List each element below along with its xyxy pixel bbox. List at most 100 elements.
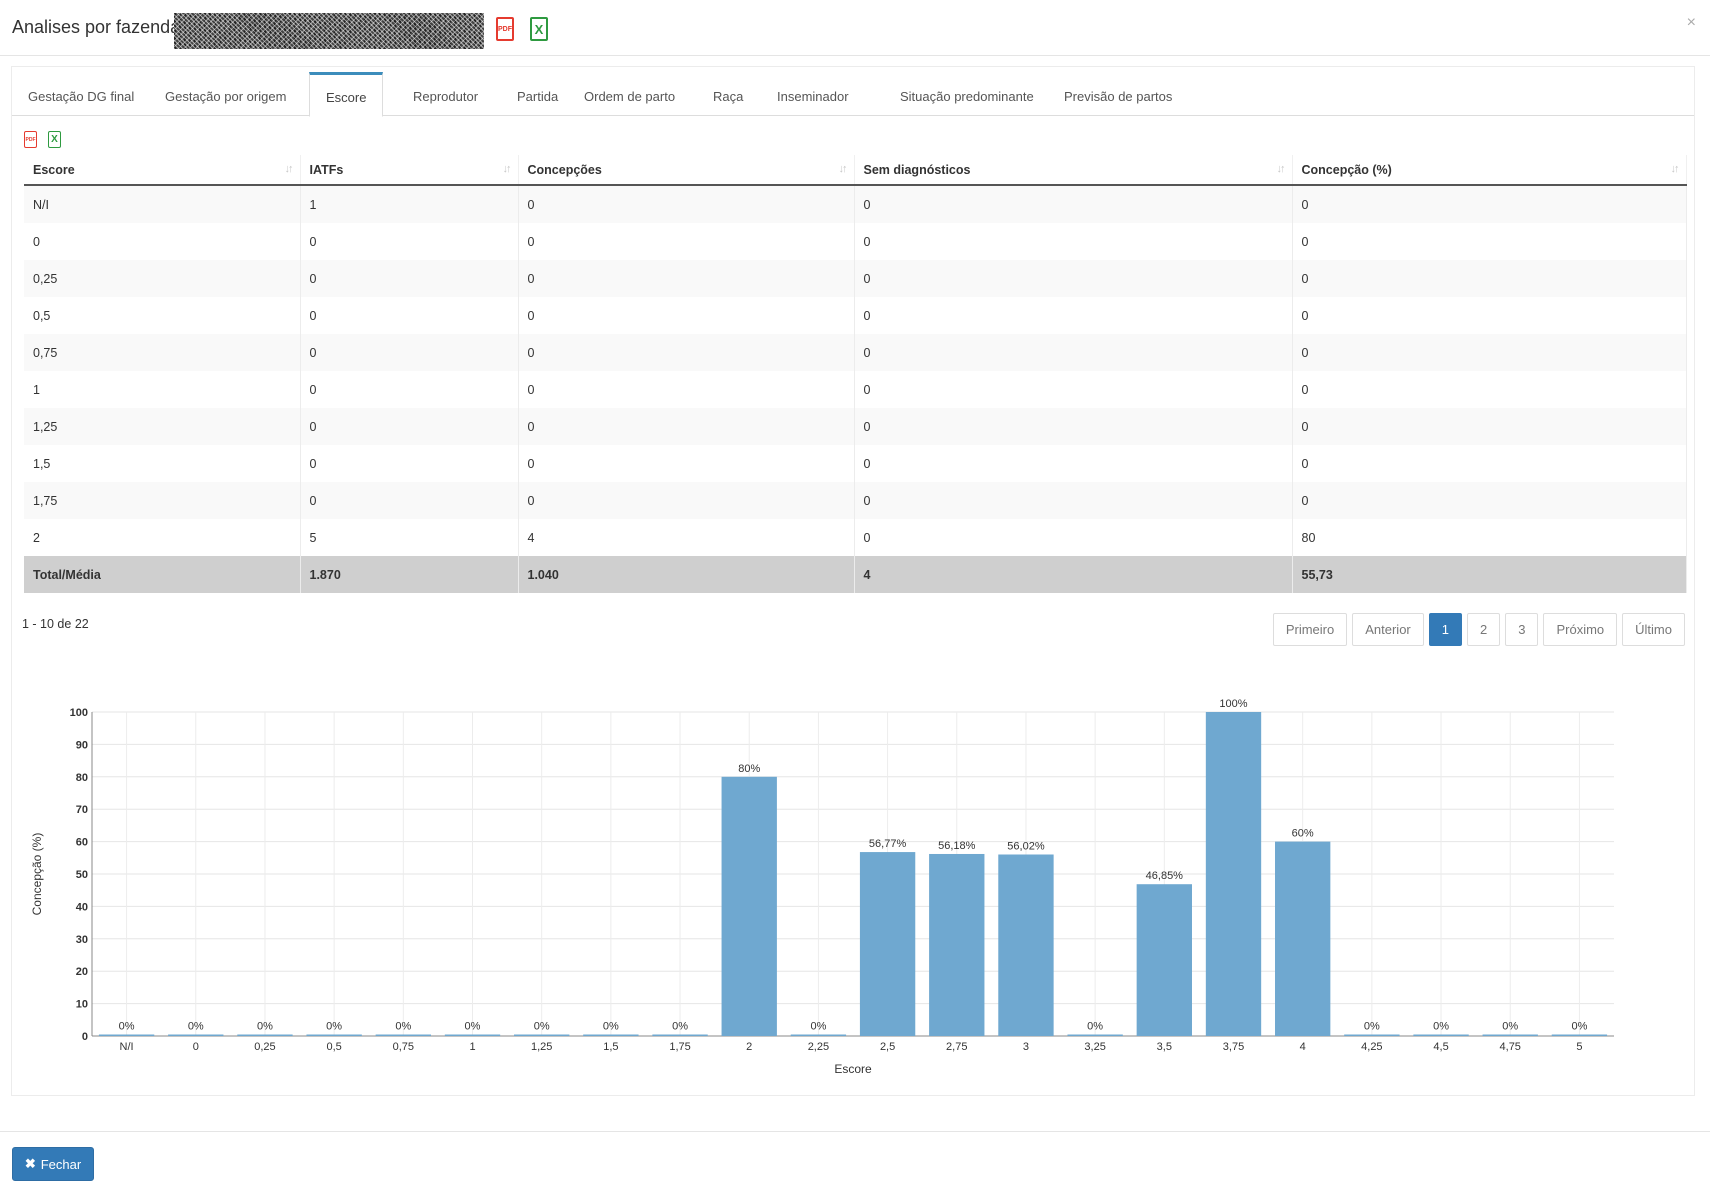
table-cell: 0 — [854, 482, 1293, 519]
bar-13 — [998, 854, 1054, 1036]
x-tick-label: 3 — [1023, 1041, 1029, 1053]
x-tick-label: 3,25 — [1084, 1041, 1105, 1053]
sort-icon[interactable]: ↓↑ — [839, 163, 848, 175]
bar-1 — [168, 1034, 224, 1036]
tab-situacao-predominante[interactable]: Situação predominante — [884, 72, 1050, 116]
page-1-button[interactable]: 1 — [1428, 613, 1462, 646]
table-cell: 0 — [300, 334, 519, 371]
table-cell: 0 — [1292, 260, 1687, 297]
table-row: 0,25 0 0 0 0 — [24, 260, 1687, 297]
table-cell: 0 — [518, 223, 855, 260]
table-cell: 0 — [854, 297, 1293, 334]
table-cell: 4 — [854, 556, 1293, 593]
tab-escore[interactable]: Escore — [309, 72, 384, 117]
bar-20 — [1482, 1034, 1538, 1036]
page-2-button[interactable]: 2 — [1467, 613, 1501, 646]
x-tick-label: 5 — [1576, 1041, 1582, 1053]
tab-gestacao-dg-final[interactable]: Gestação DG final — [12, 72, 150, 116]
data-label: 0% — [326, 1021, 342, 1033]
data-label: 56,18% — [938, 840, 976, 852]
table-cell: 0,25 — [24, 260, 301, 297]
data-label: 0% — [188, 1021, 204, 1033]
tab-gestacao-por-origem[interactable]: Gestação por origem — [149, 72, 302, 116]
close-button-label: Fechar — [40, 1156, 82, 1172]
x-tick-label: 0,5 — [326, 1041, 341, 1053]
page-first-button[interactable]: Primeiro — [1272, 613, 1348, 646]
table-cell: 5 — [300, 519, 519, 556]
table-cell: 0 — [518, 371, 855, 408]
excel-export-icon[interactable]: X — [530, 17, 548, 41]
tab-raca[interactable]: Raça — [697, 72, 759, 116]
tab-reprodutor[interactable]: Reprodutor — [397, 72, 494, 116]
table-cell: 0 — [854, 223, 1293, 260]
table-cell: 1,5 — [24, 445, 301, 482]
x-tick-label: 1,25 — [531, 1041, 552, 1053]
sort-icon[interactable]: ↓↑ — [503, 163, 512, 175]
x-tick-label: 4,5 — [1433, 1041, 1448, 1053]
table-cell: 0 — [1292, 371, 1687, 408]
column-header-label: IATFs — [309, 162, 344, 177]
data-label: 0% — [1364, 1021, 1380, 1033]
table-cell: 0 — [518, 408, 855, 445]
table-cell: 2 — [24, 519, 301, 556]
data-label: 0% — [257, 1021, 273, 1033]
table-header-row: Escore ↓↑ IATFs ↓↑ Concepções ↓↑ Sem diagnó… — [24, 155, 1687, 186]
table-cell: 0 — [300, 445, 519, 482]
y-tick-label: 30 — [76, 934, 88, 946]
bar-18 — [1344, 1034, 1400, 1036]
data-table-container: Escore ↓↑ IATFs ↓↑ Concepções ↓↑ Sem diagnó… — [24, 155, 1687, 593]
y-tick-label: 50 — [76, 869, 88, 881]
bar-11 — [859, 852, 916, 1036]
table-row: N/I 1 0 0 0 — [24, 185, 1687, 223]
bar-8 — [652, 1034, 708, 1036]
x-tick-label: 4,25 — [1361, 1041, 1382, 1053]
table-cell: 0 — [854, 408, 1293, 445]
tab-inseminador[interactable]: Inseminador — [761, 72, 865, 116]
bar-0 — [98, 1034, 155, 1036]
data-label: 0% — [1571, 1021, 1587, 1033]
data-label: 100% — [1219, 698, 1247, 710]
column-header-escore[interactable]: Escore ↓↑ — [24, 155, 301, 186]
x-tick-label: 2 — [746, 1041, 752, 1053]
bar-4 — [375, 1034, 431, 1036]
bar-12 — [929, 853, 985, 1036]
bar-7 — [583, 1034, 639, 1036]
sort-icon[interactable]: ↓↑ — [285, 163, 294, 175]
column-header-label: Sem diagnósticos — [863, 162, 971, 177]
y-tick-label: 80 — [76, 772, 88, 784]
y-tick-label: 90 — [76, 739, 88, 751]
tab-ordem-de-parto[interactable]: Ordem de parto — [568, 72, 691, 116]
data-label: 0% — [395, 1021, 411, 1033]
tab-partida[interactable]: Partida — [501, 72, 574, 116]
x-tick-label: N/I — [120, 1041, 134, 1053]
close-icon[interactable]: × — [1687, 14, 1696, 32]
table-row: 0,5 0 0 0 0 — [24, 297, 1687, 334]
escore-table: Escore ↓↑ IATFs ↓↑ Concepções ↓↑ Sem diagnó… — [24, 155, 1687, 593]
table-cell: 1,75 — [24, 482, 301, 519]
table-row: 1,75 0 0 0 0 — [24, 482, 1687, 519]
bar-2 — [237, 1034, 293, 1036]
table-cell: 0 — [518, 297, 855, 334]
page-last-button[interactable]: Último — [1622, 613, 1685, 646]
data-label: 56,77% — [869, 838, 907, 850]
sort-icon[interactable]: ↓↑ — [1277, 163, 1286, 175]
data-label: 0% — [603, 1021, 619, 1033]
close-button[interactable]: ✖ Fechar — [12, 1147, 94, 1181]
column-header-concepcoes[interactable]: Concepções ↓↑ — [518, 155, 855, 186]
page-next-button[interactable]: Próximo — [1543, 613, 1618, 646]
sort-icon[interactable]: ↓↑ — [1671, 163, 1680, 175]
table-excel-export-icon[interactable]: X — [48, 131, 61, 148]
bar-6 — [514, 1034, 570, 1036]
column-header-iatfs[interactable]: IATFs ↓↑ — [300, 155, 519, 186]
column-header-concepcao-pct[interactable]: Concepção (%) ↓↑ — [1292, 155, 1687, 186]
column-header-sem-diagnosticos[interactable]: Sem diagnósticos ↓↑ — [854, 155, 1293, 186]
page-3-button[interactable]: 3 — [1505, 613, 1539, 646]
page-prev-button[interactable]: Anterior — [1352, 613, 1424, 646]
table-cell: 1 — [300, 185, 519, 223]
tab-previsao-de-partos[interactable]: Previsão de partos — [1048, 72, 1188, 116]
table-cell: 0 — [1292, 223, 1687, 260]
table-cell: 0 — [1292, 297, 1687, 334]
table-pdf-export-icon[interactable]: PDF — [24, 131, 37, 148]
table-cell: 0 — [518, 334, 855, 371]
pdf-export-icon[interactable]: PDF — [496, 17, 514, 41]
